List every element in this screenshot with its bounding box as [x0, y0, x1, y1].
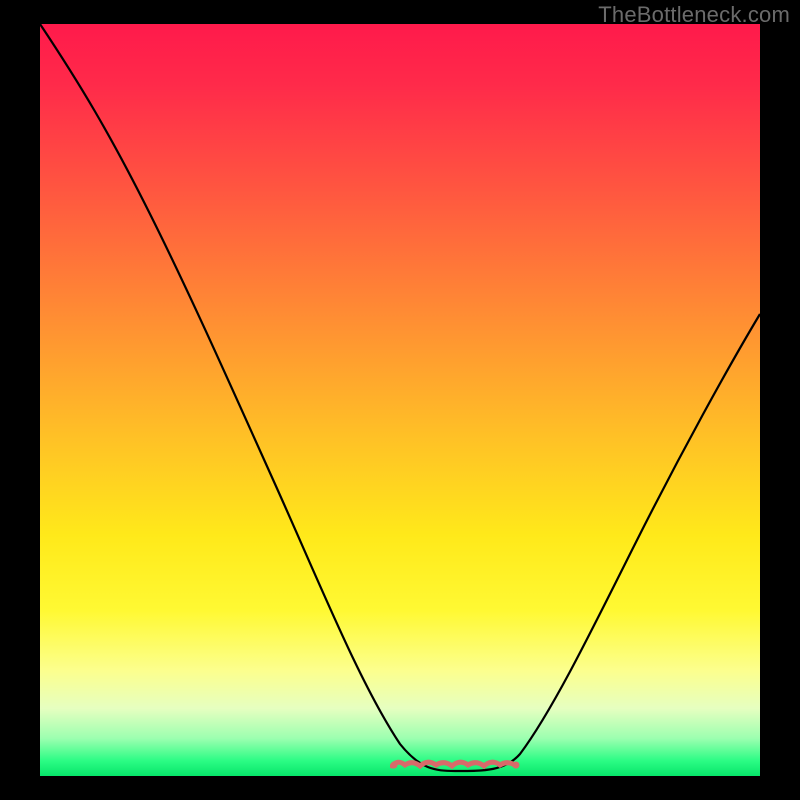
curve-layer	[40, 24, 760, 776]
chart-frame: TheBottleneck.com	[0, 0, 800, 800]
plot-area	[40, 24, 760, 776]
bottleneck-curve	[40, 24, 760, 771]
watermark-text: TheBottleneck.com	[598, 2, 790, 28]
